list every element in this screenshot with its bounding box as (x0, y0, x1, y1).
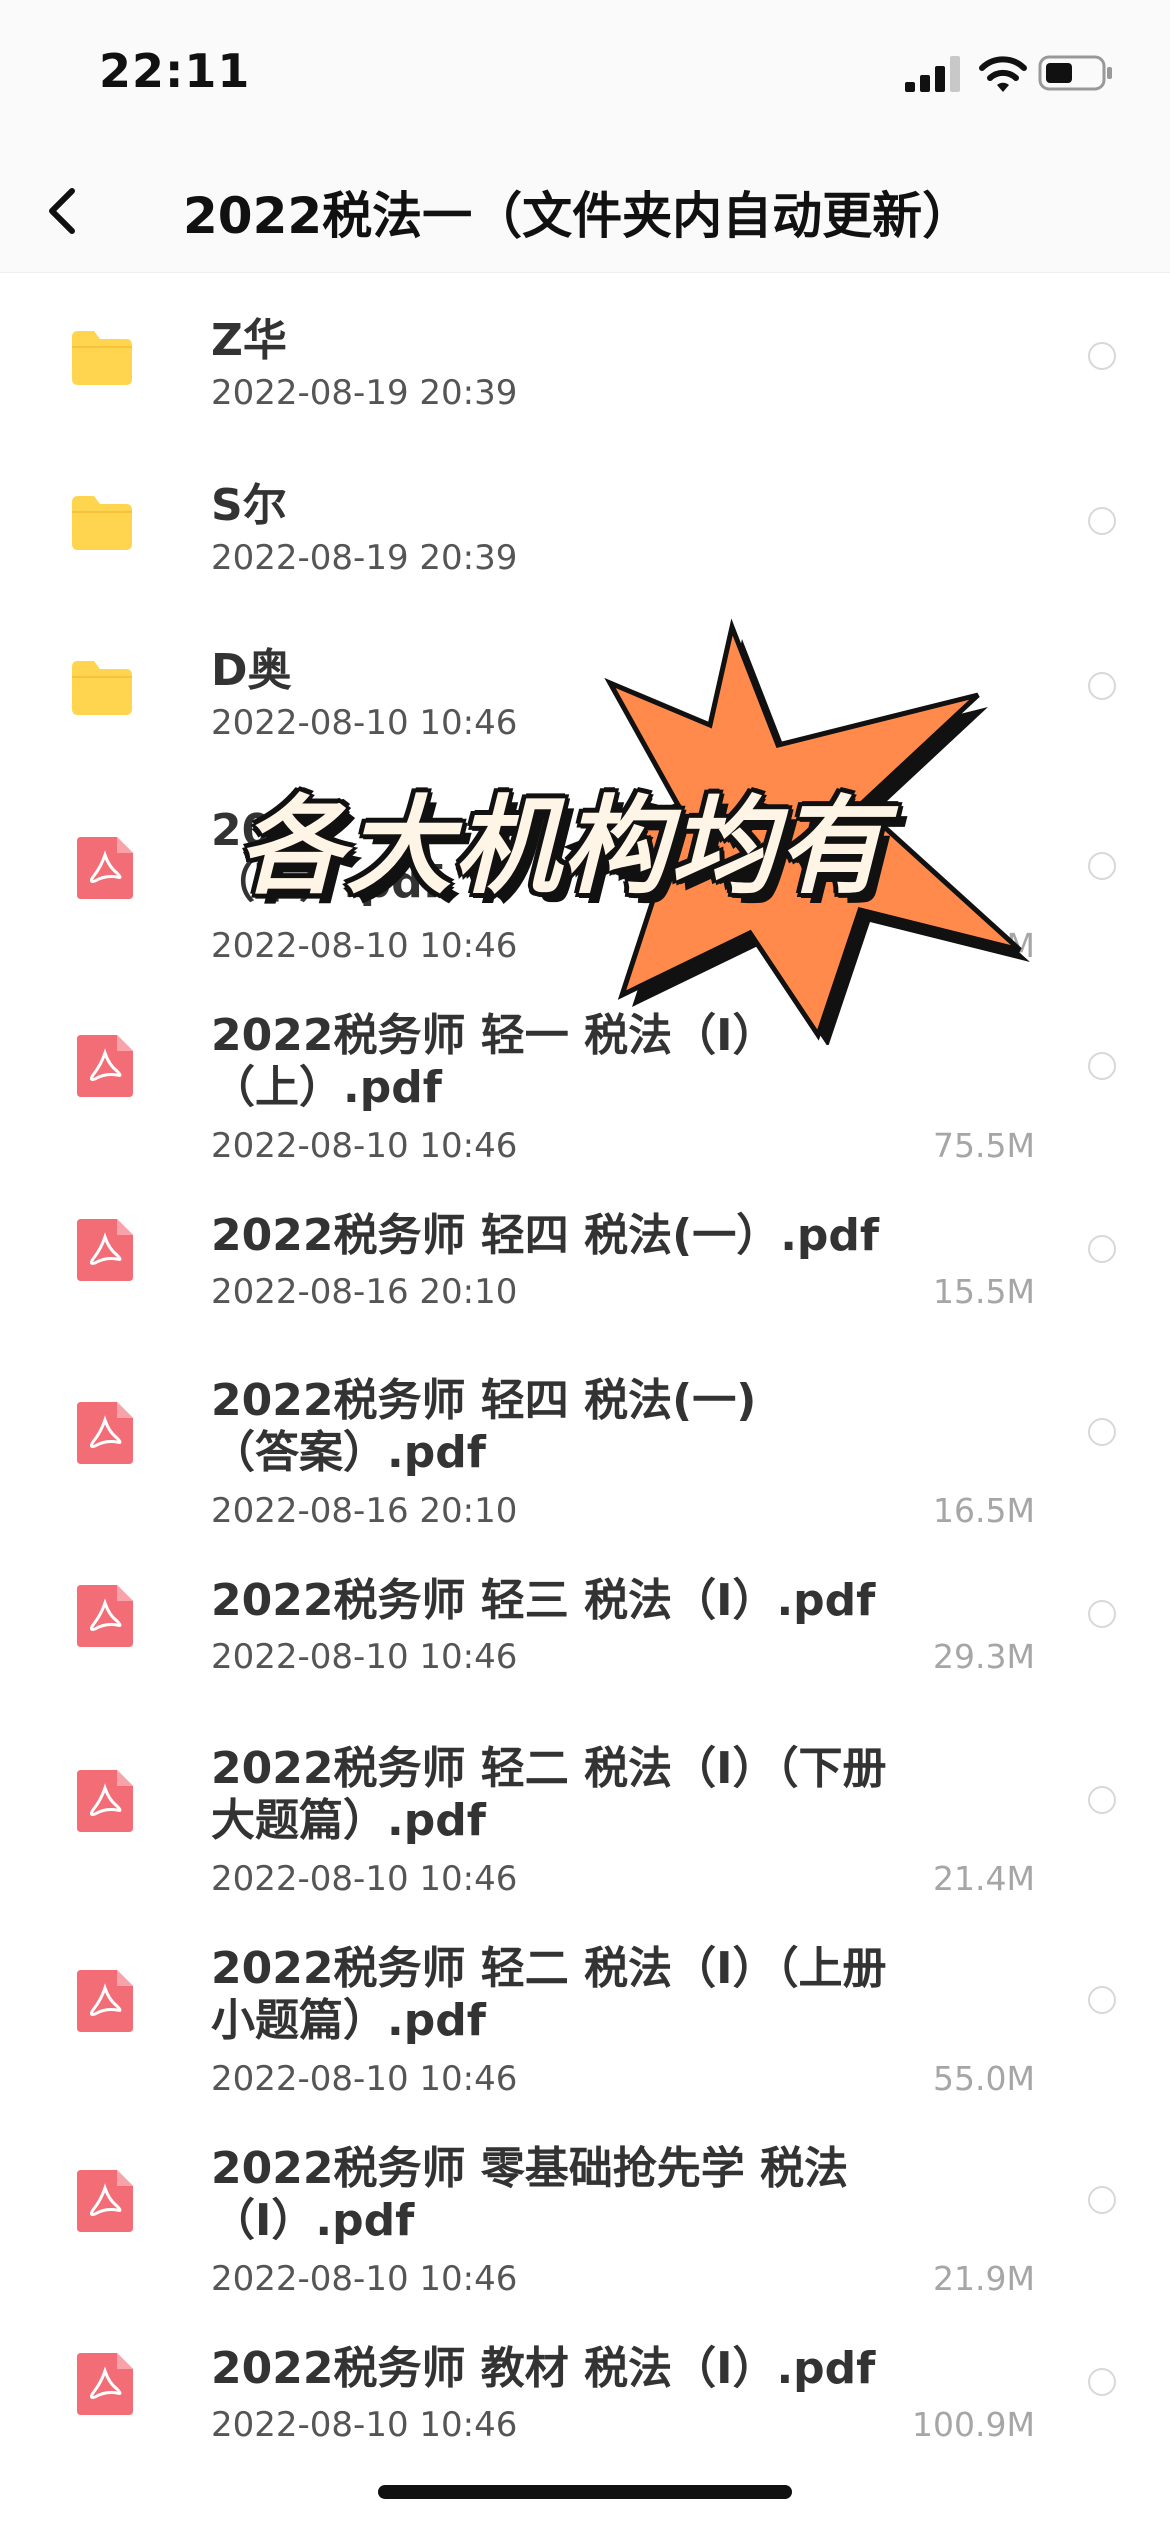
item-date: 2022-08-10 10:46 (211, 2259, 518, 2299)
item-name: 2022税务师 轻二 税法（I）（下册 大题篇）.pdf (211, 1743, 887, 1846)
home-indicator[interactable] (378, 2485, 792, 2499)
folder-icon (72, 331, 132, 385)
pdf-icon (77, 1585, 133, 1647)
item-date: 2022-08-10 10:46 (211, 1637, 518, 1677)
item-date: 2022-08-16 20:10 (211, 1272, 518, 1312)
select-radio[interactable] (1088, 1052, 1116, 1080)
select-radio[interactable] (1088, 1418, 1116, 1446)
select-radio[interactable] (1088, 2368, 1116, 2396)
item-name: 2022税务师 轻四 税法(一) （答案）.pdf (211, 1375, 757, 1478)
list-item[interactable]: 2022税务师 轻二 税法（I）（下册 大题篇）.pdf 2022-08-10 … (0, 1738, 1170, 1923)
item-size: 21.9M (933, 2259, 1035, 2298)
list-item[interactable]: 2022税务师 教材 税法（I）.pdf 2022-08-10 10:46 10… (0, 2338, 1170, 2478)
list-item[interactable]: 2022税务师 轻四 税法(一) （答案）.pdf 2022-08-16 20:… (0, 1370, 1170, 1550)
select-radio[interactable] (1088, 2186, 1116, 2214)
item-name: 2022税务师 零基础抢先学 税法 （I）.pdf (211, 2143, 849, 2246)
select-radio[interactable] (1088, 507, 1116, 535)
list-item[interactable]: 2022税务师 轻三 税法（I）.pdf 2022-08-10 10:46 29… (0, 1570, 1170, 1710)
item-size: 15.5M (933, 1272, 1035, 1311)
item-size: 100.9M (912, 2405, 1035, 2444)
select-radio[interactable] (1088, 852, 1116, 880)
pdf-icon (77, 1219, 133, 1281)
folder-icon (72, 661, 132, 715)
item-date: 2022-08-10 10:46 (211, 1126, 518, 1166)
item-name: Z华 (211, 315, 287, 366)
list-item[interactable]: S尔 2022-08-19 20:39 (0, 455, 1170, 595)
pdf-icon (77, 2353, 133, 2415)
folder-icon (72, 496, 132, 550)
item-name: 2022税务师 轻二 税法（I）（上册 小题篇）.pdf (211, 1943, 887, 2046)
select-radio[interactable] (1088, 342, 1116, 370)
item-size: 55.0M (933, 2059, 1035, 2098)
status-time: 22:11 (99, 44, 251, 98)
pdf-icon (77, 1402, 133, 1464)
battery-icon (1038, 55, 1112, 91)
promo-overlay-text: 各大机构均有 (238, 785, 886, 908)
select-radio[interactable] (1088, 1986, 1116, 2014)
pdf-icon (77, 1770, 133, 1832)
select-radio[interactable] (1088, 1235, 1116, 1263)
item-size: 21.4M (933, 1859, 1035, 1898)
wifi-icon (979, 56, 1027, 92)
pdf-icon (77, 1970, 133, 2032)
pdf-icon (77, 1035, 133, 1097)
pdf-icon (77, 837, 133, 899)
select-radio[interactable] (1088, 1786, 1116, 1814)
item-date: 2022-08-10 10:46 (211, 1859, 518, 1899)
item-size: 16.5M (933, 1491, 1035, 1530)
item-name: 2022税务师 轻三 税法（I）.pdf (211, 1575, 876, 1626)
list-item[interactable]: 2022税务师 轻四 税法(一）.pdf 2022-08-16 20:10 15… (0, 1205, 1170, 1345)
page-title: 2022税法一（文件夹内自动更新） (183, 187, 973, 245)
select-radio[interactable] (1088, 672, 1116, 700)
item-date: 2022-08-10 10:46 (211, 926, 518, 966)
item-date: 2022-08-10 10:46 (211, 2405, 518, 2445)
status-bar: 22:11 (0, 0, 1170, 150)
item-name: 2022税务师 轻四 税法(一）.pdf (211, 1210, 880, 1261)
item-date: 2022-08-19 20:39 (211, 373, 518, 413)
chevron-left-icon[interactable] (38, 185, 88, 237)
item-date: 2022-08-19 20:39 (211, 538, 518, 578)
nav-bar: 2022税法一（文件夹内自动更新） (0, 150, 1170, 273)
item-size: 75.5M (933, 1126, 1035, 1165)
item-date: 2022-08-10 10:46 (211, 703, 518, 743)
list-item[interactable]: Z华 2022-08-19 20:39 (0, 290, 1170, 430)
list-item[interactable]: 2022税务师 轻二 税法（I）（上册 小题篇）.pdf 2022-08-10 … (0, 1938, 1170, 2123)
item-date: 2022-08-10 10:46 (211, 2059, 518, 2099)
pdf-icon (77, 2170, 133, 2232)
list-item[interactable]: 2022税务师 零基础抢先学 税法 （I）.pdf 2022-08-10 10:… (0, 2138, 1170, 2323)
select-radio[interactable] (1088, 1600, 1116, 1628)
item-date: 2022-08-16 20:10 (211, 1491, 518, 1531)
item-name: 2022税务师 教材 税法（I）.pdf (211, 2343, 876, 2394)
item-name: S尔 (211, 480, 287, 531)
item-size: 29.3M (933, 1637, 1035, 1676)
signal-icon (905, 56, 960, 92)
